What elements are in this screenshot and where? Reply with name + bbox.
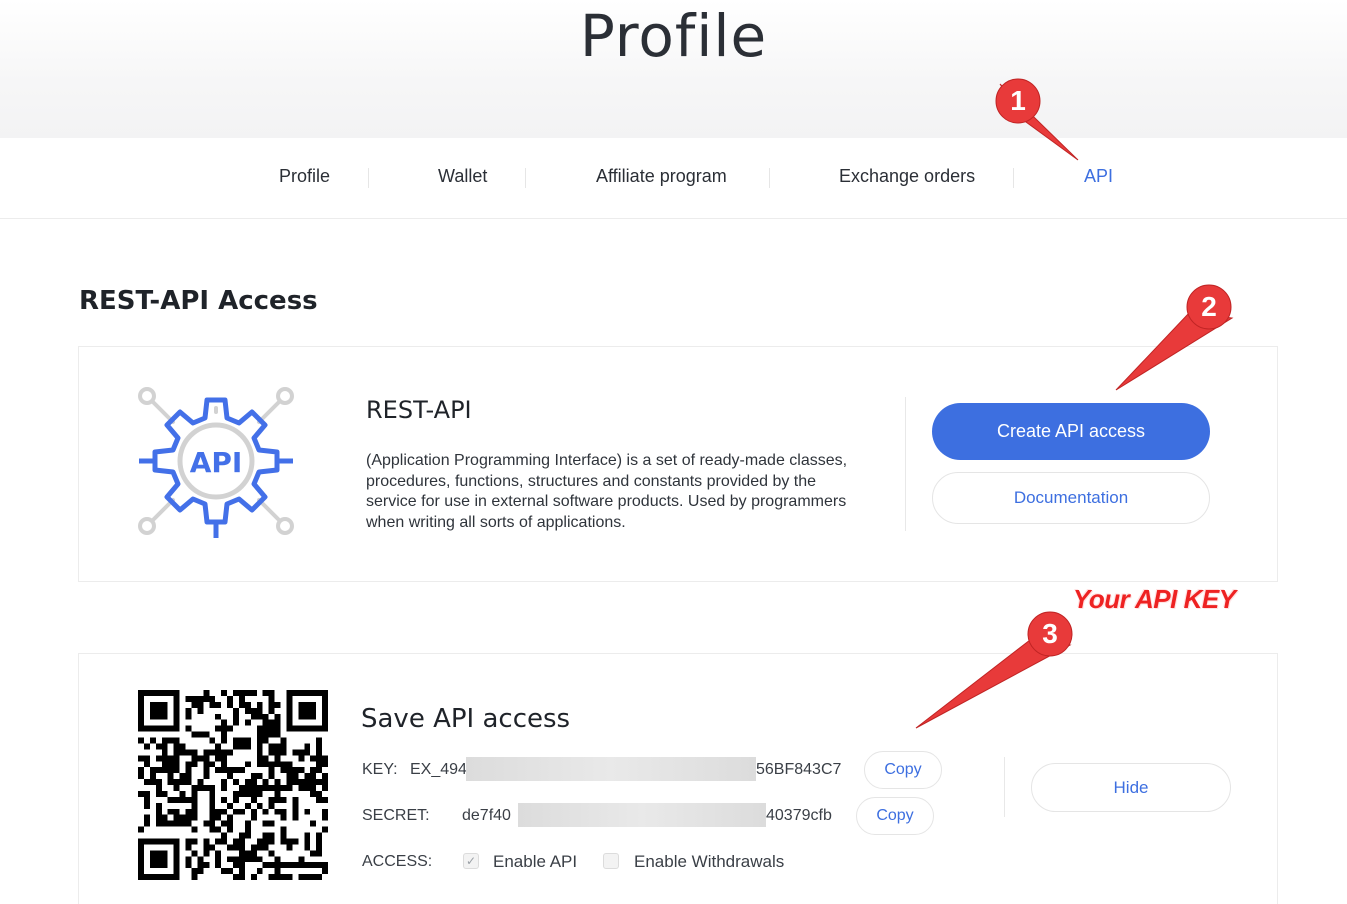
tab-divider	[769, 168, 770, 188]
enable-api-label: Enable API	[493, 852, 578, 871]
marker-3-label: 3	[1042, 618, 1058, 649]
profile-tabs: Profile Wallet Affiliate program Exchang…	[0, 138, 1347, 219]
tab-divider	[368, 168, 369, 188]
api-gear-icon: API	[138, 387, 294, 538]
secret-value-suffix: 40379cfb	[766, 807, 832, 824]
tab-exchange-orders[interactable]: Exchange orders	[839, 166, 975, 187]
secret-label: SECRET:	[362, 807, 430, 824]
secret-value-prefix: de7f40	[462, 807, 511, 824]
enable-api-checkbox[interactable]: ✓	[463, 853, 479, 869]
key-value-prefix: EX_494	[410, 761, 467, 778]
qr-code	[138, 690, 328, 880]
rest-api-title: REST-API	[366, 396, 472, 424]
copy-key-button[interactable]: Copy	[864, 751, 942, 789]
create-api-access-button[interactable]: Create API access	[932, 403, 1210, 460]
tab-divider	[525, 168, 526, 188]
svg-text:API: API	[190, 446, 243, 479]
rest-api-description: (Application Programming Interface) is a…	[366, 452, 848, 531]
api-key-annotation: Your API KEY	[1073, 584, 1236, 614]
key-value-suffix: 56BF843C7	[756, 761, 842, 778]
documentation-button[interactable]: Documentation	[932, 472, 1210, 524]
section-title: REST-API Access	[79, 286, 318, 316]
tab-wallet[interactable]: Wallet	[438, 166, 487, 187]
card-divider	[905, 397, 906, 531]
hide-button[interactable]: Hide	[1031, 763, 1231, 812]
save-api-title: Save API access	[361, 704, 571, 734]
marker-2-label: 2	[1201, 291, 1217, 322]
card-divider	[1004, 757, 1005, 817]
tab-profile[interactable]: Profile	[279, 166, 330, 187]
tab-divider	[1013, 168, 1014, 188]
key-label: KEY:	[362, 761, 398, 778]
access-label: ACCESS:	[362, 853, 433, 870]
page-title: Profile	[579, 2, 768, 70]
copy-secret-button[interactable]: Copy	[856, 797, 934, 835]
tab-affiliate-program[interactable]: Affiliate program	[596, 166, 727, 187]
marker-1-label: 1	[1010, 85, 1026, 116]
secret-redacted	[518, 803, 766, 827]
key-redacted	[466, 757, 756, 781]
tab-api[interactable]: API	[1084, 166, 1113, 187]
profile-header: Profile	[0, 0, 1347, 138]
enable-withdrawals-checkbox[interactable]	[603, 853, 619, 869]
enable-withdrawals-label: Enable Withdrawals	[634, 852, 785, 871]
